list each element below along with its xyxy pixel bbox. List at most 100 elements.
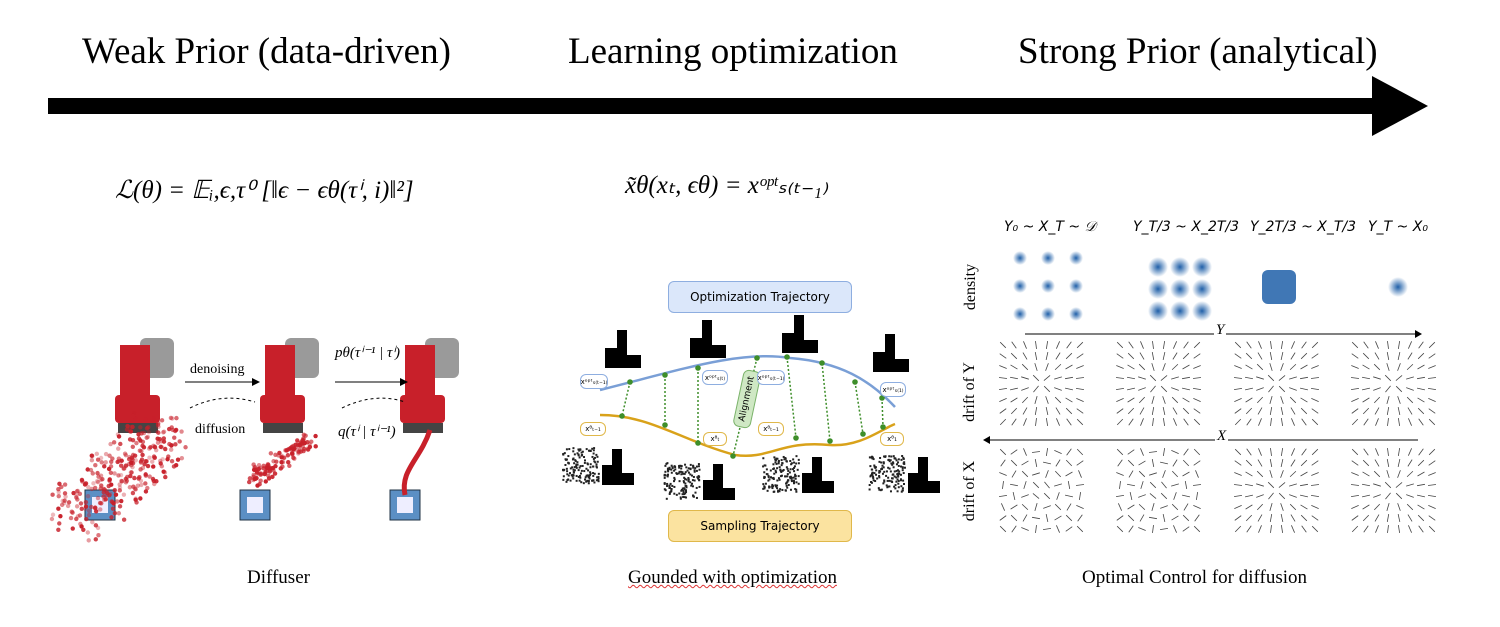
alignment-point: [695, 365, 701, 371]
drift-vector: [1428, 515, 1436, 521]
drift-vector: [1138, 494, 1146, 498]
trajectory-sample-dot: [143, 489, 149, 494]
noise-pixel: [903, 462, 906, 465]
noise-pixel: [902, 472, 905, 475]
noise-pixel: [889, 470, 892, 473]
drift-vector: [1408, 448, 1412, 456]
noise-pixel: [878, 474, 881, 477]
drift-vector: [1270, 447, 1272, 457]
trajectory-sample-dot: [127, 485, 133, 490]
trajectory-sample-dot: [141, 445, 147, 450]
noise-pixel: [670, 471, 673, 474]
noise-pixel: [596, 460, 599, 463]
optimal-control-illustration: [983, 251, 1437, 534]
drift-vector: [1244, 483, 1254, 487]
drift-vector: [1009, 376, 1019, 380]
drift-vector: [1032, 472, 1040, 476]
noise-pixel: [689, 463, 692, 466]
drift-vector: [1065, 397, 1073, 403]
trajectory-sample-dot: [129, 460, 134, 465]
trajectory-sample-dot: [83, 499, 89, 505]
noise-pixel: [584, 476, 587, 479]
noisy-sample-image: [868, 455, 906, 493]
density-blob: [1170, 257, 1190, 277]
drift-vector: [1375, 418, 1379, 426]
trajectory-sample-dot: [138, 496, 143, 501]
trajectory-sample-dot: [118, 472, 124, 478]
drift-vector: [1171, 515, 1179, 521]
noise-pixel: [669, 482, 672, 485]
noise-pixel: [691, 479, 694, 482]
trajectory-sample-dot: [86, 484, 91, 490]
density-blob: [1192, 279, 1212, 299]
drift-vector: [1290, 407, 1296, 415]
noise-pixel: [579, 448, 582, 451]
diffuser-illustration: [49, 338, 459, 543]
noise-pixel: [766, 489, 769, 492]
alignment-point: [860, 431, 866, 437]
trajectory-sample-dot: [108, 470, 114, 476]
noise-pixel: [781, 488, 784, 491]
drift-vector: [1428, 460, 1436, 466]
drift-vector: [1023, 418, 1027, 426]
drift-vector: [1363, 525, 1369, 533]
noise-pixel: [895, 480, 898, 483]
noise-pixel: [683, 496, 686, 499]
drift-vector: [1033, 385, 1039, 393]
drift-vector: [1075, 377, 1085, 379]
drift-vector: [1406, 376, 1414, 380]
trajectory-sample-dot: [93, 509, 99, 514]
noise-pixel: [782, 468, 785, 471]
drift-vector: [1054, 450, 1062, 454]
alignment-point: [627, 379, 633, 385]
drift-vector: [1256, 376, 1264, 380]
noise-pixel: [577, 448, 580, 451]
noise-pixel: [897, 482, 900, 485]
drift-vector: [1267, 481, 1275, 489]
drift-vector: [1427, 494, 1437, 498]
drift-vector: [1384, 374, 1392, 382]
drift-vector: [1245, 471, 1253, 477]
drift-vector: [1159, 527, 1169, 531]
noise-pixel: [790, 479, 793, 482]
trajectory-sample-dot: [69, 509, 74, 514]
trajectory-sample-dot: [50, 512, 56, 517]
noise-pixel: [673, 485, 676, 488]
noise-pixel: [780, 459, 783, 462]
drift-vector: [1043, 505, 1051, 509]
noise-pixel: [678, 480, 681, 483]
trajectory-sample-dot: [284, 448, 289, 453]
noise-pixel: [772, 485, 775, 488]
drift-vector: [1362, 494, 1370, 498]
drift-vector: [1351, 418, 1359, 426]
noise-pixel: [587, 474, 590, 477]
drift-vector: [1066, 503, 1072, 511]
drift-vector: [1078, 491, 1082, 501]
drift-vector: [1034, 503, 1038, 511]
noise-pixel: [692, 475, 695, 478]
alignment-line: [786, 356, 797, 439]
trajectory-sample-dot: [79, 477, 85, 483]
noise-pixel: [679, 496, 682, 499]
drift-vector: [1363, 418, 1369, 426]
noise-pixel: [877, 487, 880, 490]
drift-vector: [1310, 484, 1320, 486]
drift-vector: [1362, 514, 1370, 522]
drift-vector: [1428, 341, 1436, 349]
trajectory-sample-dot: [254, 470, 260, 475]
optimization-caption: Gounded with optimization: [628, 567, 837, 589]
noise-pixel: [763, 475, 766, 478]
drift-vector: [1395, 385, 1403, 393]
noise-pixel: [685, 466, 688, 469]
drift-vector: [1387, 417, 1389, 427]
drift-vector: [1193, 341, 1201, 349]
drift-vector: [1428, 505, 1436, 509]
alignment-point: [619, 413, 625, 419]
alignment-line: [854, 381, 864, 435]
noise-pixel: [588, 477, 591, 480]
drift-vector: [1021, 363, 1029, 371]
drift-vector: [1300, 471, 1308, 477]
diffusion-arrow: [189, 397, 256, 409]
drift-vector: [1140, 418, 1144, 426]
column-label: Y₀ ~ X_T ~ 𝒟: [1004, 219, 1096, 235]
